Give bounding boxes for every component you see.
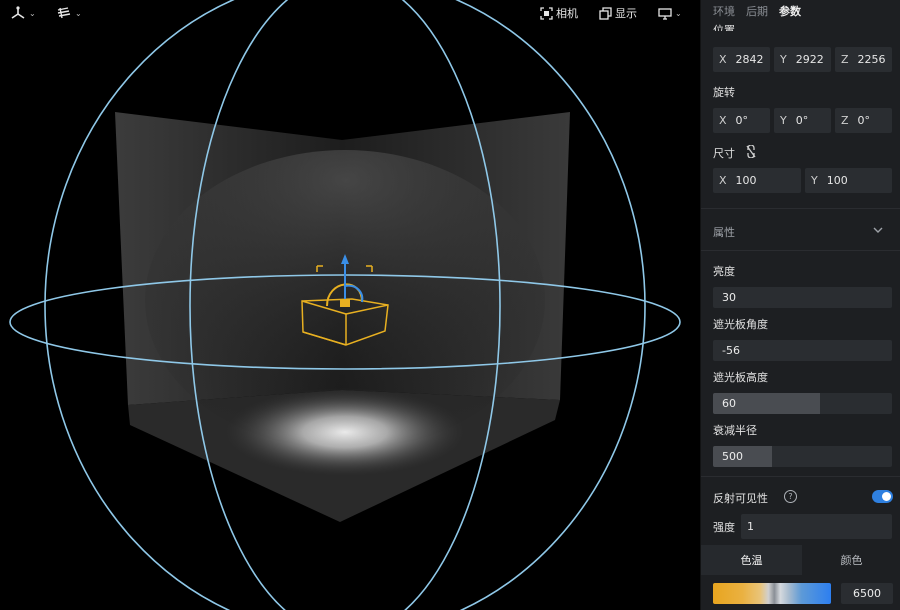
rotation-x-value: 0° bbox=[735, 114, 749, 127]
panel-tabs: 环境 后期 参数 bbox=[713, 3, 801, 19]
intensity-value: 1 bbox=[747, 520, 754, 533]
tab-post-processing[interactable]: 后期 bbox=[746, 3, 768, 19]
position-x-field[interactable]: X 2842 bbox=[713, 47, 770, 72]
axis-z-label: Z bbox=[841, 53, 849, 66]
shade-height-value: 60 bbox=[722, 397, 736, 410]
3d-viewport[interactable]: ⌄ ⌄ 相机 显示 ⌄ bbox=[0, 0, 700, 610]
tab-color[interactable]: 颜色 bbox=[802, 545, 900, 575]
chevron-down-icon: ⌄ bbox=[75, 8, 82, 18]
position-label: 位置 bbox=[713, 24, 735, 31]
rotation-label: 旋转 bbox=[713, 86, 735, 99]
size-y-value: 100 bbox=[826, 174, 848, 187]
position-x-value: 2842 bbox=[735, 53, 764, 66]
snap-tool-button[interactable]: ⌄ bbox=[56, 4, 82, 22]
chevron-down-icon[interactable] bbox=[873, 226, 883, 234]
camera-label: 相机 bbox=[556, 7, 578, 20]
camera-button[interactable]: 相机 bbox=[540, 4, 578, 22]
monitor-icon bbox=[658, 7, 672, 20]
shade-angle-slider[interactable]: -56 bbox=[713, 340, 892, 361]
size-x-field[interactable]: X 100 bbox=[713, 168, 801, 193]
toggle-knob bbox=[882, 492, 891, 501]
axis-y-label: Y bbox=[780, 114, 787, 127]
axis-x-label: X bbox=[719, 174, 727, 187]
grid-snap-icon bbox=[57, 7, 71, 19]
position-y-field[interactable]: Y 2922 bbox=[774, 47, 831, 72]
rotation-z-value: 0° bbox=[857, 114, 871, 127]
reflection-visibility-toggle[interactable] bbox=[872, 490, 893, 503]
transform-tool-button[interactable]: ⌄ bbox=[10, 4, 36, 22]
tab-color-temperature[interactable]: 色温 bbox=[701, 545, 802, 575]
axis-y-label: Y bbox=[811, 174, 818, 187]
chevron-down-icon: ⌄ bbox=[675, 8, 682, 18]
brightness-slider[interactable]: 30 bbox=[713, 287, 892, 308]
shade-height-label: 遮光板高度 bbox=[713, 371, 768, 384]
tab-environment[interactable]: 环境 bbox=[713, 3, 735, 19]
display-layers-icon bbox=[599, 6, 612, 20]
axis-x-label: X bbox=[719, 53, 727, 66]
unlink-icon[interactable] bbox=[745, 145, 757, 158]
axis-y-label: Y bbox=[780, 53, 787, 66]
brightness-label: 亮度 bbox=[713, 265, 735, 278]
divider bbox=[701, 250, 900, 251]
divider bbox=[701, 208, 900, 209]
display-label: 显示 bbox=[615, 7, 637, 20]
size-label: 尺寸 bbox=[713, 147, 735, 160]
camera-frame-icon bbox=[540, 6, 553, 20]
axis-z-label: Z bbox=[841, 114, 849, 127]
shade-angle-label: 遮光板角度 bbox=[713, 318, 768, 331]
intensity-label: 强度 bbox=[713, 521, 735, 534]
transform-axes-icon bbox=[11, 6, 25, 19]
color-temperature-gradient-slider[interactable] bbox=[713, 583, 831, 604]
properties-panel: 环境 后期 参数 位置 X 2842 Y 2922 Z 2256 旋转 X 0° Y 0°… bbox=[700, 0, 900, 610]
properties-header: 属性 bbox=[713, 226, 735, 239]
rotation-y-field[interactable]: Y 0° bbox=[774, 108, 831, 133]
falloff-radius-value: 500 bbox=[722, 450, 743, 463]
rotation-y-value: 0° bbox=[795, 114, 809, 127]
shade-angle-value: -56 bbox=[722, 344, 740, 357]
shade-height-slider[interactable]: 60 bbox=[713, 393, 892, 414]
help-icon[interactable]: ? bbox=[784, 490, 797, 503]
rotation-z-field[interactable]: Z 0° bbox=[835, 108, 892, 133]
chevron-down-icon: ⌄ bbox=[29, 8, 36, 18]
view-options-button[interactable]: ⌄ bbox=[658, 4, 682, 22]
falloff-radius-slider[interactable]: 500 bbox=[713, 446, 892, 467]
size-x-value: 100 bbox=[735, 174, 757, 187]
scene-canvas[interactable] bbox=[0, 0, 700, 610]
position-z-value: 2256 bbox=[857, 53, 886, 66]
position-z-field[interactable]: Z 2256 bbox=[835, 47, 892, 72]
display-button[interactable]: 显示 bbox=[599, 4, 637, 22]
rotation-x-field[interactable]: X 0° bbox=[713, 108, 770, 133]
axis-x-label: X bbox=[719, 114, 727, 127]
brightness-value: 30 bbox=[722, 291, 736, 304]
color-temperature-input[interactable]: 6500 bbox=[841, 583, 893, 604]
position-y-value: 2922 bbox=[795, 53, 824, 66]
falloff-radius-label: 衰减半径 bbox=[713, 424, 757, 437]
intensity-input[interactable]: 1 bbox=[741, 514, 892, 539]
reflection-visibility-label: 反射可见性 bbox=[713, 492, 768, 505]
tab-parameters[interactable]: 参数 bbox=[779, 3, 801, 19]
divider bbox=[701, 476, 900, 477]
gizmo-center-handle[interactable] bbox=[340, 299, 350, 307]
size-y-field[interactable]: Y 100 bbox=[805, 168, 892, 193]
